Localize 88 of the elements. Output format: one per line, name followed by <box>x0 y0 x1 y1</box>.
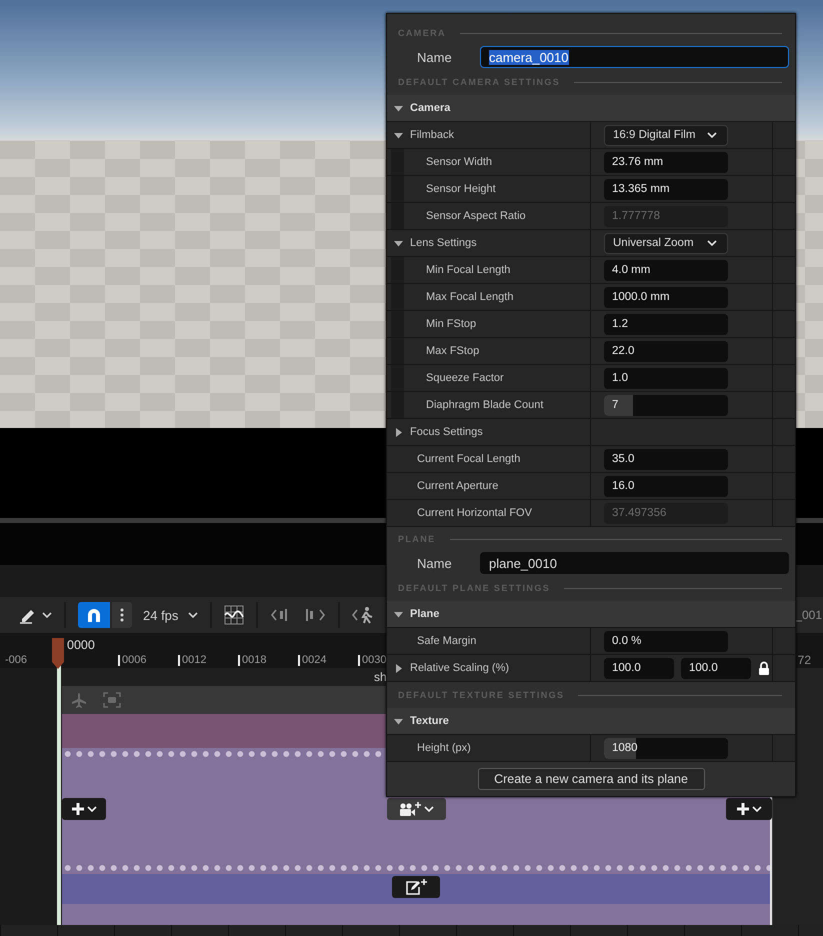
airplane-icon <box>71 692 87 708</box>
collapse-arrow-icon[interactable] <box>394 610 403 618</box>
slider-field[interactable]: 1080 <box>604 738 728 758</box>
property-label: Min FStop <box>426 318 476 330</box>
playhead-marker[interactable] <box>52 638 64 669</box>
category-header[interactable]: Texture <box>387 708 795 735</box>
property-label: Focus Settings <box>410 426 483 438</box>
name-field[interactable]: camera_0010 <box>480 46 789 68</box>
number-field[interactable]: 23.76 mm <box>604 152 728 172</box>
property-label: Sensor Width <box>426 156 492 168</box>
tick-label: 0018 <box>242 654 266 666</box>
number-field[interactable]: 1.0 <box>604 368 728 388</box>
note-edit-plus-icon <box>405 879 427 895</box>
property-label: Current Horizontal FOV <box>416 507 532 519</box>
property-label: Current Aperture <box>416 480 498 492</box>
tick-label: 72 <box>798 653 812 667</box>
kebab-icon <box>120 608 124 622</box>
property-label: Diaphragm Blade Count <box>426 399 544 411</box>
caret-icon <box>188 612 198 618</box>
collapse-arrow-icon[interactable] <box>394 104 403 112</box>
property-label: Current Focal Length <box>416 453 520 465</box>
plus-icon <box>72 803 84 815</box>
track-name-label: _001 <box>795 608 823 622</box>
playhead-time: 0000 <box>67 638 95 652</box>
lock-icon[interactable] <box>758 661 770 675</box>
property-label: Min Focal Length <box>426 264 510 276</box>
create-camera-button[interactable]: Create a new camera and its plane <box>478 768 704 790</box>
tick-label: -006 <box>5 654 28 666</box>
property-label: Lens Settings <box>410 237 477 249</box>
category-header[interactable]: Camera <box>387 95 795 122</box>
number-field[interactable]: 100.0 <box>681 658 751 678</box>
slider-field[interactable]: 7 <box>604 394 728 416</box>
dropdown[interactable]: Universal Zoom <box>604 232 728 254</box>
magnet-icon <box>86 607 102 623</box>
category-header[interactable]: Plane <box>387 601 795 628</box>
tick-label: 0012 <box>182 654 206 666</box>
section-label: sh <box>374 670 387 684</box>
add-camera-button[interactable] <box>387 798 446 820</box>
name-label: Name <box>416 50 453 64</box>
caret-icon <box>86 806 96 812</box>
name-label: Name <box>416 556 453 570</box>
property-label: Max Focal Length <box>426 291 514 303</box>
property-label: Height (px) <box>416 742 471 754</box>
property-label: Sensor Aspect Ratio <box>426 210 526 222</box>
more-options-button[interactable] <box>112 602 132 628</box>
snap-toggle-button[interactable] <box>78 602 110 628</box>
add-note-button[interactable] <box>392 876 440 898</box>
property-label: Squeeze Factor <box>426 372 504 384</box>
curve-grid-icon[interactable] <box>224 605 244 625</box>
add-button[interactable] <box>726 798 772 820</box>
property-label: Relative Scaling (%) <box>410 662 510 674</box>
next-key-icon[interactable] <box>304 607 326 623</box>
number-field[interactable]: 35.0 <box>604 448 728 470</box>
number-field[interactable]: 22.0 <box>604 340 728 362</box>
readonly-field: 37.497356 <box>604 502 728 524</box>
readonly-field: 1.777778 <box>604 206 728 226</box>
number-field[interactable]: 13.365 mm <box>604 178 728 200</box>
expand-arrow-icon[interactable] <box>394 428 403 436</box>
collapse-arrow-icon[interactable] <box>394 716 403 726</box>
caret-icon <box>424 806 434 812</box>
tick-label: 0030 <box>362 654 386 666</box>
property-label: Filmback <box>410 129 454 141</box>
name-field[interactable]: plane_0010 <box>480 552 789 574</box>
collapse-arrow-icon[interactable] <box>394 238 403 248</box>
dropdown[interactable]: 16:9 Digital Film <box>604 124 728 146</box>
expand-arrow-icon[interactable] <box>394 664 403 672</box>
caret-icon <box>707 240 717 246</box>
number-field[interactable]: 4.0 mm <box>604 260 728 280</box>
number-field[interactable]: 100.0 <box>604 658 674 678</box>
number-field[interactable]: 1.2 <box>604 314 728 334</box>
collapse-arrow-icon[interactable] <box>394 130 403 140</box>
caret-icon <box>42 612 52 618</box>
camera-frame-icon <box>103 692 121 708</box>
tick-label: 0006 <box>122 654 146 666</box>
caret-icon <box>707 132 717 138</box>
tick-label: 0024 <box>302 654 326 666</box>
frame-rate-dropdown[interactable]: 24 fps <box>143 602 198 628</box>
movie-camera-plus-icon <box>399 802 421 816</box>
number-field[interactable]: 16.0 <box>604 476 728 496</box>
caret-icon <box>752 806 762 812</box>
walking-person-icon[interactable] <box>352 606 374 624</box>
plus-icon <box>736 803 748 815</box>
property-label: Safe Margin <box>416 635 476 647</box>
property-label: Sensor Height <box>426 183 496 195</box>
property-label: Max FStop <box>426 345 480 357</box>
number-field[interactable]: 1000.0 mm <box>604 286 728 308</box>
number-field[interactable]: 0.0 % <box>604 630 728 652</box>
add-button[interactable] <box>62 798 106 820</box>
